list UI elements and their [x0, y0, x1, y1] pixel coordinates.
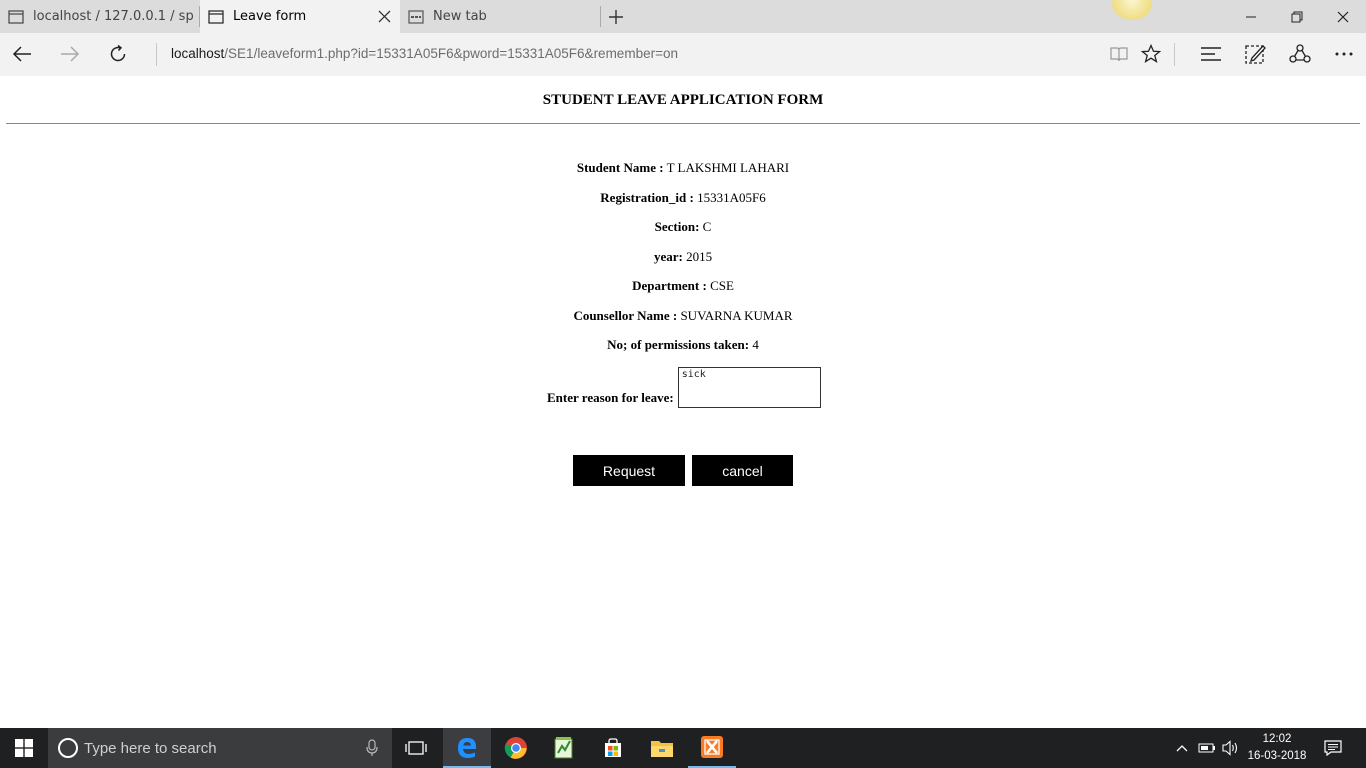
- field-counsellor-name: Counsellor Name : SUVARNA KUMAR: [0, 308, 1366, 324]
- field-registration-id: Registration_id : 15331A05F6: [0, 190, 1366, 206]
- field-student-name: Student Name : T LAKSHMI LAHARI: [0, 160, 1366, 176]
- tab-new-tab[interactable]: New tab: [400, 0, 600, 33]
- taskbar: Type here to search 12:02 16-03-2018: [0, 728, 1366, 768]
- xampp-icon[interactable]: [688, 728, 736, 768]
- tab-label: localhost / 127.0.0.1 / spt / r: [33, 9, 193, 24]
- system-clock[interactable]: 12:02 16-03-2018: [1242, 731, 1312, 765]
- address-divider: [156, 43, 157, 66]
- more-options-icon[interactable]: [1328, 39, 1360, 69]
- clock-date: 16-03-2018: [1247, 750, 1307, 762]
- url-field[interactable]: localhost/SE1/leaveform1.php?id=15331A05…: [171, 46, 678, 61]
- clock-time: 12:02: [1262, 733, 1292, 745]
- battery-icon[interactable]: [1196, 728, 1218, 768]
- page-content: STUDENT LEAVE APPLICATION FORM Student N…: [0, 76, 1366, 728]
- field-label: Student Name :: [576, 160, 664, 175]
- web-note-icon[interactable]: [1239, 39, 1271, 69]
- start-button[interactable]: [0, 728, 48, 768]
- request-button[interactable]: Request: [573, 455, 685, 486]
- field-value: SUVARNA KUMAR: [680, 308, 793, 323]
- cancel-button[interactable]: cancel: [692, 455, 793, 486]
- tab-divider: [600, 6, 601, 27]
- field-value: 4: [752, 337, 759, 352]
- reason-textarea[interactable]: sick: [677, 367, 821, 408]
- reason-label: Enter reason for leave:: [547, 390, 674, 405]
- field-value: CSE: [710, 278, 734, 293]
- field-label: Counsellor Name :: [573, 308, 678, 323]
- add-tab-button[interactable]: [604, 6, 628, 28]
- hub-icon[interactable]: [1195, 39, 1227, 69]
- page-icon: [8, 9, 24, 25]
- address-bar-row: localhost/SE1/leaveform1.php?id=15331A05…: [0, 33, 1366, 76]
- url-host: localhost: [171, 46, 225, 61]
- close-window-button[interactable]: [1320, 0, 1366, 33]
- windows-logo-icon: [15, 739, 33, 757]
- share-icon[interactable]: [1284, 39, 1316, 69]
- field-label: Section:: [654, 219, 700, 234]
- field-section: Section: C: [0, 219, 1366, 235]
- page-icon: [208, 9, 224, 25]
- url-path: /SE1/leaveform1.php?id=15331A05F6&pword=…: [224, 46, 678, 61]
- newtab-icon: [408, 9, 424, 25]
- notepad-plus-plus-icon[interactable]: [540, 728, 588, 768]
- chrome-icon[interactable]: [492, 728, 540, 768]
- search-placeholder: Type here to search: [84, 739, 217, 757]
- tab-label: New tab: [433, 9, 487, 24]
- tab-label: Leave form: [233, 9, 307, 24]
- field-value: T LAKSHMI LAHARI: [666, 160, 790, 175]
- minimize-button[interactable]: [1228, 0, 1274, 33]
- tab-leave-form[interactable]: Leave form: [200, 0, 400, 33]
- favorite-star-icon[interactable]: [1135, 39, 1167, 69]
- task-view-icon[interactable]: [392, 728, 440, 768]
- field-label: Department :: [632, 278, 707, 293]
- volume-icon[interactable]: [1220, 728, 1242, 768]
- file-explorer-icon[interactable]: [638, 728, 686, 768]
- field-label: Registration_id :: [600, 190, 694, 205]
- field-label: year:: [653, 249, 683, 264]
- tab-strip: localhost / 127.0.0.1 / spt / r Leave fo…: [0, 0, 1366, 33]
- field-department: Department : CSE: [0, 278, 1366, 294]
- forward-button[interactable]: [54, 39, 86, 69]
- edge-browser-icon[interactable]: [443, 728, 491, 768]
- toolbar-divider: [1174, 43, 1175, 66]
- store-icon[interactable]: [589, 728, 637, 768]
- field-value: 2015: [686, 249, 713, 264]
- field-value: 15331A05F6: [697, 190, 766, 205]
- action-center-icon[interactable]: [1318, 728, 1348, 768]
- field-year: year: 2015: [0, 249, 1366, 265]
- field-value: C: [702, 219, 712, 234]
- sun-decoration: [1112, 0, 1152, 20]
- microphone-icon[interactable]: [366, 739, 378, 761]
- reading-view-icon[interactable]: [1103, 39, 1135, 69]
- cortana-icon: [58, 738, 78, 758]
- page-title: STUDENT LEAVE APPLICATION FORM: [542, 92, 824, 108]
- taskbar-search-box[interactable]: Type here to search: [48, 728, 392, 768]
- refresh-button[interactable]: [102, 39, 134, 69]
- back-button[interactable]: [6, 39, 38, 69]
- horizontal-rule: [6, 123, 1360, 124]
- field-label: No; of permissions taken:: [607, 337, 750, 352]
- field-permissions-taken: No; of permissions taken: 4: [0, 337, 1366, 353]
- show-hidden-icons-chevron-icon[interactable]: [1172, 728, 1192, 768]
- tab-phpmyadmin[interactable]: localhost / 127.0.0.1 / spt / r: [0, 0, 200, 33]
- reason-row: Enter reason for leave: sick: [547, 367, 821, 408]
- close-tab-icon[interactable]: [377, 9, 392, 24]
- restore-button[interactable]: [1274, 0, 1320, 33]
